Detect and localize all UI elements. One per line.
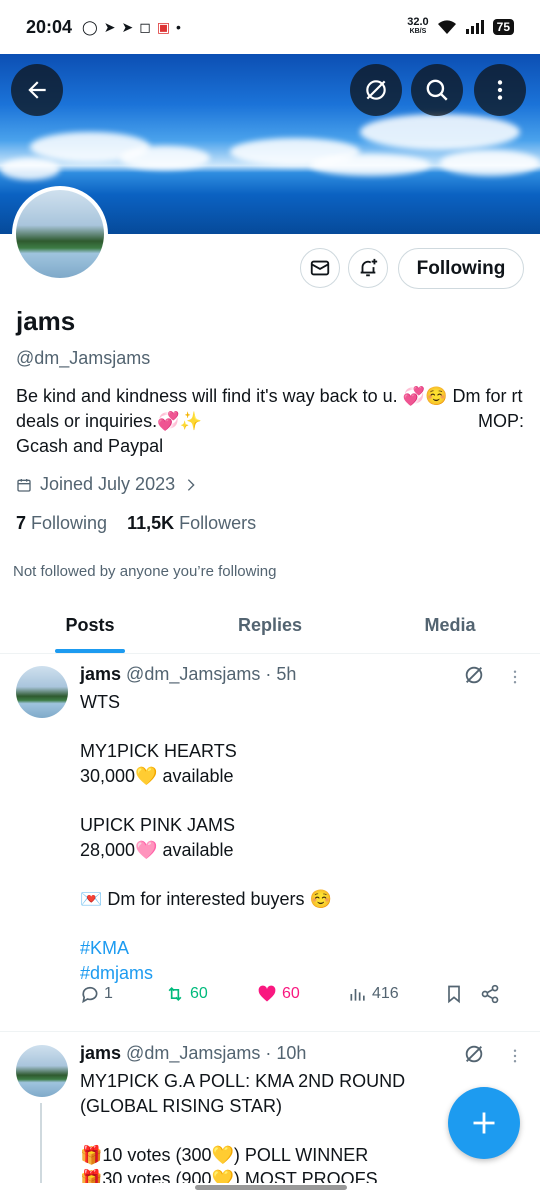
reply-count: 1 <box>104 985 113 1002</box>
signal-icon <box>465 20 484 34</box>
post-author-handle: @dm_Jamsjams <box>126 664 261 684</box>
bell-plus-icon <box>360 258 378 277</box>
back-arrow-icon <box>28 81 46 99</box>
post-header: jams @dm_Jamsjams · 5h <box>80 664 297 684</box>
tab-posts[interactable]: Posts <box>0 598 180 653</box>
post-header: jams @dm_Jamsjams · 10h <box>80 1043 307 1063</box>
joined-date[interactable]: Joined July 2023 <box>16 474 199 495</box>
plus-icon <box>473 1112 495 1134</box>
repost-icon <box>168 986 182 1002</box>
post-item[interactable]: jams @dm_Jamsjams · 5h WTS MY1PICK HEART… <box>0 654 540 1032</box>
following-button[interactable]: Following <box>398 248 524 289</box>
search-button[interactable] <box>411 64 463 116</box>
hashtag-link[interactable]: #dmjams <box>80 963 153 983</box>
profile-name: jams <box>16 306 76 336</box>
repost-button[interactable]: 60 <box>164 984 256 1004</box>
grok-button[interactable] <box>350 64 402 116</box>
post-actions: 1 60 60 416 <box>80 984 520 1004</box>
notifications-button[interactable] <box>348 248 388 288</box>
post-avatar[interactable] <box>16 666 68 718</box>
post-author-handle: @dm_Jamsjams <box>126 1043 261 1063</box>
notification-icons: ◯ ➤ ➤ ◻ ▣ • <box>82 19 181 36</box>
search-icon <box>426 79 448 101</box>
tab-replies[interactable]: Replies <box>180 598 360 653</box>
home-indicator[interactable] <box>195 1185 347 1190</box>
profile-avatar[interactable] <box>12 186 108 282</box>
calendar-icon <box>17 478 31 492</box>
status-bar: 20:04 ◯ ➤ ➤ ◻ ▣ • 32.0 KB/S 75 <box>0 0 540 54</box>
more-options-button[interactable] <box>474 64 526 116</box>
bio-text: Be kind and kindness will find it's way … <box>16 386 523 431</box>
profile-tabs: Posts Replies Media <box>0 598 540 654</box>
status-time: 20:04 <box>26 16 73 37</box>
network-speed: 32.0 KB/S <box>407 16 429 36</box>
thread-line <box>40 1103 42 1183</box>
wifi-icon <box>437 20 456 34</box>
compose-button[interactable] <box>448 1087 520 1159</box>
telegram-icon: ➤ <box>103 18 116 35</box>
follow-stats: 7 Following 11,5K Followers <box>16 513 256 534</box>
envelope-icon <box>310 260 330 276</box>
message-button[interactable] <box>300 248 340 288</box>
bookmark-button[interactable] <box>444 984 480 1004</box>
post-avatar[interactable] <box>16 1045 68 1097</box>
post-author-name: jams <box>80 1043 122 1063</box>
reply-button[interactable]: 1 <box>80 984 164 1004</box>
joined-label: Joined July 2023 <box>40 474 176 494</box>
post-more-icon[interactable] <box>506 666 524 688</box>
bio-payment: Gcash and Paypal <box>16 436 164 456</box>
whatsapp-icon: ◯ <box>82 18 98 35</box>
post-time: 5h <box>276 664 297 684</box>
view-count: 416 <box>372 985 399 1002</box>
not-followed-notice: Not followed by anyone you’re following <box>13 563 277 580</box>
back-button[interactable] <box>11 64 63 116</box>
views-icon <box>350 989 365 1001</box>
following-stat[interactable]: 7 Following <box>16 513 107 534</box>
share-icon <box>481 984 499 1004</box>
profile-handle: @dm_Jamsjams <box>16 348 151 368</box>
grok-icon <box>366 80 386 100</box>
share-button[interactable] <box>480 984 500 1004</box>
more-notifications-dot: • <box>176 19 181 35</box>
post-author-name: jams <box>80 664 122 684</box>
telegram-icon: ➤ <box>121 18 134 35</box>
hashtag-link[interactable]: #KMA <box>80 938 129 958</box>
grok-icon[interactable] <box>463 664 485 686</box>
chevron-right-icon <box>187 478 195 491</box>
post-text: WTS MY1PICK HEARTS 30,000💛 available UPI… <box>80 692 332 983</box>
views-button[interactable]: 416 <box>348 984 444 1004</box>
battery-indicator: 75 <box>492 19 514 35</box>
like-button[interactable]: 60 <box>256 984 348 1004</box>
like-count: 60 <box>282 985 300 1002</box>
instagram-icon: ◻ <box>139 18 151 35</box>
followers-stat[interactable]: 11,5K Followers <box>127 513 256 534</box>
profile-bio: Be kind and kindness will find it's way … <box>16 384 524 459</box>
bookmark-icon <box>448 985 460 1004</box>
repost-count: 60 <box>190 985 208 1002</box>
heart-icon <box>258 985 276 1002</box>
post-text: MY1PICK G.A POLL: KMA 2ND ROUND (GLOBAL … <box>80 1071 406 1183</box>
reply-icon <box>82 986 98 1004</box>
bio-mop: MOP: <box>477 411 524 431</box>
app-icon: ▣ <box>156 18 171 35</box>
tab-media[interactable]: Media <box>360 598 540 653</box>
post-more-icon[interactable] <box>506 1045 524 1067</box>
post-time: 10h <box>276 1043 307 1063</box>
more-vertical-icon <box>497 80 503 100</box>
grok-icon[interactable] <box>463 1043 485 1065</box>
